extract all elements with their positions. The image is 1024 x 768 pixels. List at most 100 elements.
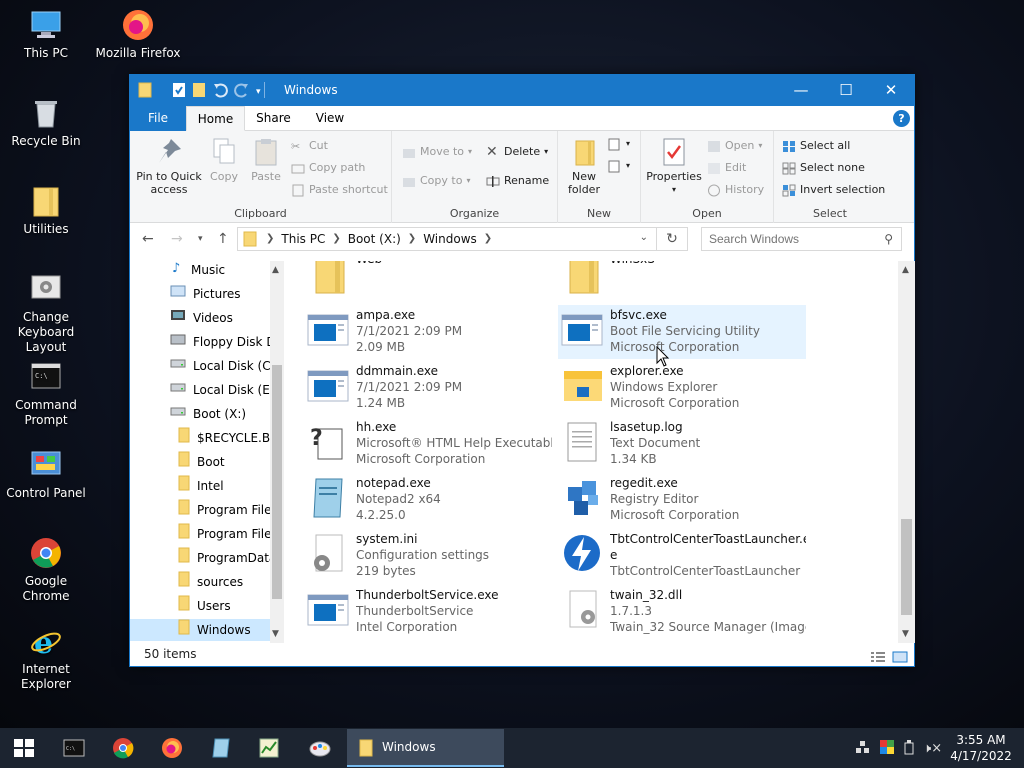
- nav-item[interactable]: ProgramData: [130, 547, 270, 569]
- start-button[interactable]: [0, 728, 48, 768]
- taskbar-file-explorer[interactable]: Windows: [347, 729, 504, 767]
- nav-item[interactable]: ♪ Music: [130, 261, 270, 281]
- breadcrumb-this-pc[interactable]: This PC: [281, 232, 325, 246]
- large-icons-view-icon[interactable]: [892, 647, 908, 671]
- usb-drive-icon[interactable]: [903, 739, 915, 758]
- desktop-icon-this-pc[interactable]: This PC: [0, 8, 92, 61]
- refresh-button[interactable]: ↻: [657, 227, 688, 251]
- nav-item[interactable]: Local Disk (C:): [130, 355, 270, 377]
- delete-button[interactable]: ✕ Delete ▾: [486, 145, 548, 159]
- desktop-icon-internet-explorer[interactable]: e Internet Explorer: [0, 624, 92, 692]
- desktop-icon-change-keyboard-layout[interactable]: Change Keyboard Layout: [0, 272, 92, 355]
- taskbar-task-manager[interactable]: [245, 728, 293, 768]
- taskbar-firefox[interactable]: [148, 728, 196, 768]
- desktop-icon-google-chrome[interactable]: Google Chrome: [0, 536, 92, 604]
- copy-button[interactable]: Copy: [204, 137, 244, 183]
- nav-item[interactable]: Floppy Disk Dri: [130, 331, 270, 353]
- open-button[interactable]: Open ▾: [707, 139, 762, 153]
- tab-share[interactable]: Share: [250, 106, 297, 131]
- tab-file[interactable]: File: [130, 106, 186, 131]
- maximize-button[interactable]: ☐: [823, 75, 869, 106]
- file-item[interactable]: TbtControlCenterToastLauncher.ex e TbtCont…: [558, 529, 806, 583]
- nav-item[interactable]: Local Disk (E:): [130, 379, 270, 401]
- desktop-icon-firefox[interactable]: Mozilla Firefox: [92, 8, 184, 61]
- paste-button[interactable]: Paste: [246, 137, 286, 183]
- tab-home[interactable]: Home: [186, 106, 245, 131]
- taskbar-notepad[interactable]: [197, 728, 245, 768]
- nav-item[interactable]: Users: [130, 595, 270, 617]
- search-box[interactable]: ⚲: [701, 227, 902, 251]
- forward-button[interactable]: →: [171, 231, 183, 247]
- scroll-down-arrow[interactable]: ▼: [272, 629, 279, 639]
- color-app-icon[interactable]: [879, 739, 895, 758]
- help-button[interactable]: ?: [893, 110, 910, 127]
- taskbar-paint[interactable]: [296, 728, 344, 768]
- file-item[interactable]: Web: [304, 261, 552, 303]
- invert-selection-button[interactable]: Invert selection: [782, 183, 885, 197]
- paste-shortcut-button[interactable]: Paste shortcut: [291, 183, 388, 197]
- file-item[interactable]: WinSxS: [558, 261, 806, 303]
- scroll-down-arrow[interactable]: ▼: [902, 629, 909, 639]
- file-item[interactable]: regedit.exe Registry Editor Microsoft Corp…: [558, 473, 806, 527]
- nav-item[interactable]: Videos: [130, 307, 270, 329]
- edit-button[interactable]: Edit: [707, 161, 746, 175]
- undo-icon[interactable]: [212, 82, 228, 101]
- nav-scrollbar-thumb[interactable]: [272, 365, 282, 599]
- move-to-button[interactable]: Move to ▾: [402, 145, 472, 159]
- nav-item[interactable]: Intel: [130, 475, 270, 497]
- desktop-icon-command-prompt[interactable]: C:\ Command Prompt: [0, 360, 92, 428]
- new-folder-button[interactable]: New folder: [562, 137, 606, 196]
- desktop-icon-control-panel[interactable]: Control Panel: [0, 448, 92, 501]
- file-item[interactable]: notepad.exe Notepad2 x64 4.2.25.0: [304, 473, 552, 527]
- nav-item[interactable]: Boot: [130, 451, 270, 473]
- nav-item[interactable]: Program Files: [130, 523, 270, 545]
- network-icon[interactable]: [855, 739, 871, 758]
- nav-item[interactable]: Windows: [130, 619, 270, 641]
- select-none-button[interactable]: Select none: [782, 161, 865, 175]
- back-button[interactable]: ←: [142, 231, 154, 247]
- file-item[interactable]: ddmmain.exe 7/1/2021 2:09 PM 1.24 MB: [304, 361, 552, 415]
- file-item[interactable]: system.ini Configuration settings 219 byte…: [304, 529, 552, 583]
- select-all-button[interactable]: Select all: [782, 139, 850, 153]
- recent-locations-button[interactable]: ▾: [198, 234, 203, 244]
- cut-button[interactable]: ✂ Cut: [291, 139, 328, 153]
- content-scrollbar-thumb[interactable]: [901, 519, 912, 615]
- desktop-icon-utilities[interactable]: Utilities: [0, 184, 92, 237]
- scroll-up-arrow[interactable]: ▲: [272, 265, 279, 275]
- chevron-down-icon[interactable]: ▾: [256, 87, 261, 97]
- nav-item[interactable]: Program Files: [130, 499, 270, 521]
- desktop-icon-recycle-bin[interactable]: Recycle Bin: [0, 96, 92, 149]
- copy-to-button[interactable]: Copy to ▾: [402, 174, 470, 188]
- title-bar[interactable]: ▾ Windows — ☐ ✕: [130, 75, 914, 106]
- file-item[interactable]: twain_32.dll 1.7.1.3 Twain_32 Source Manag…: [558, 585, 806, 639]
- rename-button[interactable]: Rename: [486, 174, 549, 188]
- nav-item[interactable]: Pictures: [130, 283, 270, 305]
- new-folder-icon[interactable]: [192, 82, 206, 101]
- tab-view[interactable]: View: [303, 106, 357, 131]
- scroll-up-arrow[interactable]: ▲: [902, 265, 909, 275]
- breadcrumb-windows[interactable]: Windows: [423, 232, 477, 246]
- properties-button[interactable]: Properties ▾: [645, 137, 703, 196]
- history-button[interactable]: History: [707, 183, 764, 197]
- nav-item[interactable]: sources: [130, 571, 270, 593]
- clock[interactable]: 3:55 AM 4/17/2022: [948, 732, 1014, 764]
- properties-icon[interactable]: [172, 82, 186, 101]
- copy-path-button[interactable]: Copy path: [291, 161, 365, 175]
- file-item[interactable]: ? hh.exe Microsoft® HTML Help Executable Mi…: [304, 417, 552, 471]
- taskbar-command-prompt[interactable]: C:\: [50, 728, 98, 768]
- close-button[interactable]: ✕: [868, 75, 914, 106]
- minimize-button[interactable]: —: [778, 75, 824, 106]
- nav-item[interactable]: Boot (X:): [130, 403, 270, 425]
- file-item[interactable]: ampa.exe 7/1/2021 2:09 PM 2.09 MB: [304, 305, 552, 359]
- easy-access-button[interactable]: ▾: [608, 159, 630, 173]
- chevron-down-icon[interactable]: ⌄: [640, 232, 648, 243]
- new-item-button[interactable]: ▾: [608, 137, 630, 151]
- address-bar[interactable]: ❯ This PC ❯ Boot (X:) ❯ Windows ❯ ⌄: [237, 227, 657, 251]
- redo-icon[interactable]: [234, 82, 250, 101]
- file-item[interactable]: ThunderboltService.exe ThunderboltService…: [304, 585, 552, 639]
- taskbar-chrome[interactable]: [99, 728, 147, 768]
- volume-muted-icon[interactable]: 🕨×: [923, 741, 942, 756]
- nav-item[interactable]: $RECYCLE.BIN: [130, 427, 270, 449]
- up-button[interactable]: ↑: [217, 231, 229, 247]
- details-view-icon[interactable]: [870, 647, 886, 671]
